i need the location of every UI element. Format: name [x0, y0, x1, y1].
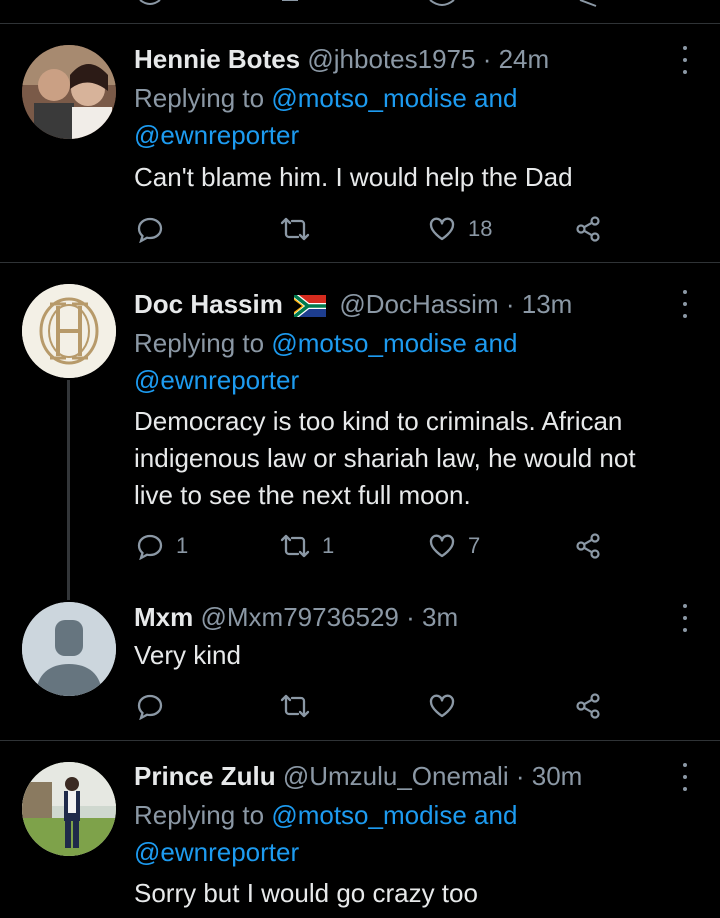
user-handle[interactable]: @jhbotes1975	[307, 44, 475, 74]
mention-and[interactable]: and	[474, 83, 517, 113]
divider	[0, 262, 720, 263]
avatar-photo	[22, 45, 116, 139]
mention-link[interactable]: @ewnreporter	[134, 837, 299, 867]
previous-actions-icons	[139, 0, 597, 7]
previous-tweet-actions-partial	[0, 0, 720, 22]
share-button[interactable]	[574, 530, 602, 562]
reply-button[interactable]	[136, 690, 164, 722]
default-avatar-icon	[22, 602, 116, 696]
timestamp[interactable]: · 24m	[483, 44, 549, 74]
share-icon	[576, 693, 600, 719]
more-icon[interactable]	[676, 288, 694, 320]
retweet-icon	[280, 217, 310, 241]
retweet-button[interactable]: 1	[280, 530, 334, 562]
retweet-icon	[280, 694, 310, 718]
timestamp[interactable]: · 3m	[406, 602, 458, 632]
timestamp[interactable]: · 13m	[506, 289, 572, 319]
user-handle[interactable]: @Mxm79736529	[200, 602, 398, 632]
reply-icon	[137, 694, 163, 720]
mention-link[interactable]: @motso_modise	[271, 83, 466, 113]
tweet-header: Prince Zulu @Umzulu_Onemali · 30m	[134, 758, 582, 794]
replying-to: Replying to @motso_modise and @ewnreport…	[134, 797, 694, 871]
retweet-icon	[280, 534, 310, 558]
share-icon	[576, 216, 600, 242]
mention-link[interactable]: @ewnreporter	[134, 120, 299, 150]
like-button[interactable]	[428, 690, 456, 722]
tweet-text-line: indigenous law or shariah law, he would …	[134, 443, 636, 473]
like-count: 18	[468, 216, 493, 241]
retweet-button[interactable]	[280, 690, 310, 722]
user-handle[interactable]: @DocHassim	[339, 289, 498, 319]
reply-button[interactable]	[136, 213, 164, 245]
display-name[interactable]: Hennie Botes	[134, 44, 300, 74]
timestamp[interactable]: · 30m	[516, 761, 582, 791]
monogram-logo	[22, 284, 116, 378]
display-name[interactable]: Prince Zulu	[134, 761, 276, 791]
mention-link[interactable]: @motso_modise	[271, 328, 466, 358]
more-icon[interactable]	[676, 602, 694, 634]
like-button[interactable]: 7	[428, 530, 480, 562]
avatar-doc-hassim[interactable]	[22, 284, 116, 378]
display-name[interactable]: Doc Hassim	[134, 289, 283, 319]
avatar-hennie-botes[interactable]	[22, 45, 116, 139]
replying-to-label: Replying to	[134, 83, 265, 113]
divider	[0, 23, 720, 24]
like-count: 7	[468, 533, 481, 558]
tweet-header: Doc Hassim @DocHassim · 13m	[134, 286, 572, 322]
mention-and[interactable]: and	[474, 328, 517, 358]
tweet-text: Democracy is too kind to criminals. Afri…	[134, 403, 704, 514]
like-icon	[429, 217, 455, 241]
divider	[0, 740, 720, 741]
tweet-text: Very kind	[134, 640, 241, 670]
more-icon[interactable]	[676, 44, 694, 76]
mention-link[interactable]: @ewnreporter	[134, 365, 299, 395]
avatar-prince-zulu[interactable]	[22, 762, 116, 856]
replying-to: Replying to @motso_modise and @ewnreport…	[134, 80, 694, 154]
avatar-photo	[22, 762, 116, 856]
share-icon	[576, 533, 600, 559]
tweet-header: Hennie Botes @jhbotes1975 · 24m	[134, 41, 549, 77]
mention-link[interactable]: @motso_modise	[271, 800, 466, 830]
reply-icon	[137, 217, 163, 243]
reply-icon	[137, 534, 163, 560]
replying-to-label: Replying to	[134, 800, 265, 830]
tweet-text: Sorry but I would go crazy too	[134, 878, 478, 908]
replying-to-label: Replying to	[134, 328, 265, 358]
avatar-mxm[interactable]	[22, 602, 116, 696]
reply-count: 1	[176, 533, 189, 558]
tweet-header: Mxm @Mxm79736529 · 3m	[134, 599, 458, 635]
display-name[interactable]: Mxm	[134, 602, 193, 632]
retweet-button[interactable]	[280, 213, 310, 245]
tweet-text: Can't blame him. I would help the Dad	[134, 162, 573, 192]
tweet-text-line: Democracy is too kind to criminals. Afri…	[134, 406, 623, 436]
share-button[interactable]	[574, 213, 602, 245]
replying-to: Replying to @motso_modise and @ewnreport…	[134, 325, 694, 399]
like-button[interactable]: 18	[428, 213, 492, 245]
thread-line	[67, 380, 70, 600]
more-icon[interactable]	[676, 761, 694, 793]
south-africa-flag-icon	[294, 295, 327, 318]
retweet-count: 1	[322, 533, 335, 558]
reply-button[interactable]: 1	[136, 530, 188, 562]
mention-and[interactable]: and	[474, 800, 517, 830]
tweet-text-line: live to see the next full moon.	[134, 480, 471, 510]
share-button[interactable]	[574, 690, 602, 722]
user-handle[interactable]: @Umzulu_Onemali	[283, 761, 509, 791]
like-icon	[429, 534, 455, 558]
like-icon	[429, 694, 455, 718]
